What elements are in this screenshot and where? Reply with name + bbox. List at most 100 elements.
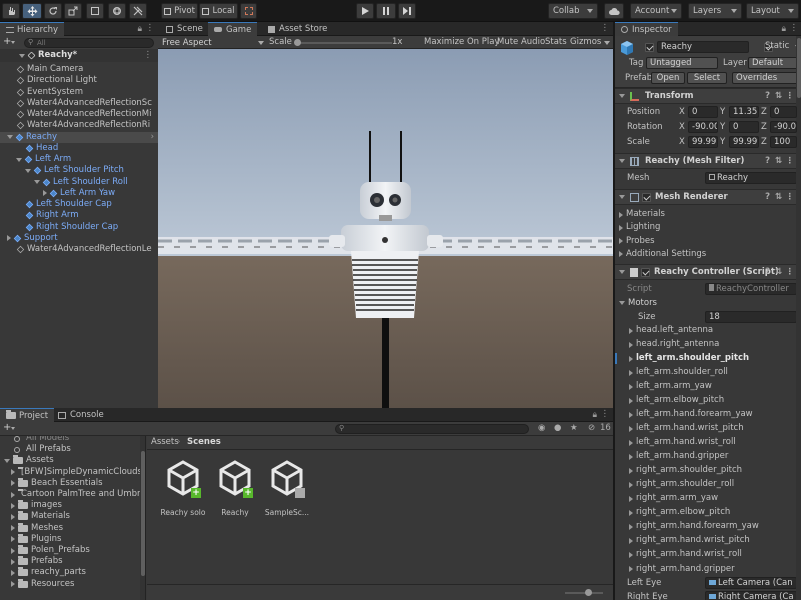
help-icon[interactable]: ?: [765, 156, 770, 166]
layers-dropdown[interactable]: Layers: [688, 3, 742, 19]
motor-item[interactable]: right_arm.hand.forearm_yaw: [615, 521, 795, 532]
expand-arrow-icon[interactable]: [4, 458, 10, 463]
chevron-down-icon[interactable]: [604, 41, 610, 45]
hierarchy-item[interactable]: Right Arm: [0, 210, 158, 221]
account-dropdown[interactable]: Account: [630, 3, 682, 19]
tree-scrollbar-thumb[interactable]: [141, 451, 145, 576]
motor-item[interactable]: head.right_antenna: [615, 339, 795, 350]
chevron-right-icon[interactable]: ›: [151, 132, 154, 143]
hierarchy-item[interactable]: Left Shoulder Roll: [0, 177, 158, 188]
expand-arrow-icon[interactable]: [629, 551, 633, 558]
snap-button[interactable]: [240, 3, 257, 19]
expand-arrow-icon[interactable]: [16, 157, 22, 162]
chevron-down-icon[interactable]: [11, 427, 15, 430]
tab-asset-store[interactable]: Asset Store: [262, 22, 333, 36]
motors-foldout[interactable]: Motors: [619, 297, 657, 308]
mesh-filter-header[interactable]: Reachy (Mesh Filter) ? ⇅ ⋮: [615, 153, 798, 169]
breadcrumb-assets[interactable]: Assets: [151, 437, 179, 447]
asset-item[interactable]: SampleSc...: [261, 460, 313, 520]
mesh-field[interactable]: Reachy: [705, 172, 797, 184]
expand-arrow-icon[interactable]: [619, 238, 623, 245]
collapse-arrow-icon[interactable]: [619, 300, 625, 305]
hidden-packages-icon[interactable]: ⊘: [588, 423, 595, 433]
expand-arrow-icon[interactable]: [11, 469, 15, 476]
folder-tree-item[interactable]: All Prefabs: [0, 444, 140, 455]
help-icon[interactable]: ?: [765, 192, 770, 202]
expand-arrow-icon[interactable]: [629, 566, 633, 572]
expand-arrow-icon[interactable]: [629, 509, 633, 516]
motor-item[interactable]: left_arm.hand.wrist_roll: [615, 437, 795, 448]
mesh-renderer-section[interactable]: Lighting: [619, 222, 789, 233]
expand-arrow-icon[interactable]: [629, 467, 633, 474]
move-tool-button[interactable]: [22, 3, 42, 19]
folder-tree-item[interactable]: [BFW]SimpleDynamicClouds: [0, 466, 140, 478]
position-y-field[interactable]: 11.352: [729, 106, 759, 118]
folder-tree-item[interactable]: images: [0, 500, 140, 511]
expand-arrow-icon[interactable]: [11, 581, 15, 588]
collapse-arrow-icon[interactable]: [619, 94, 625, 98]
expand-arrow-icon[interactable]: [19, 53, 25, 58]
hierarchy-item[interactable]: Water4AdvancedReflectionLe: [0, 244, 158, 255]
game-viewport[interactable]: [158, 49, 613, 408]
expand-arrow-icon[interactable]: [619, 211, 623, 218]
folder-tree-item[interactable]: Assets: [0, 455, 140, 466]
expand-arrow-icon[interactable]: [11, 558, 15, 565]
expand-arrow-icon[interactable]: [11, 569, 15, 576]
component-menu-icon[interactable]: ⋮: [786, 192, 795, 202]
chevron-down-icon[interactable]: [11, 41, 15, 44]
inspector-scrollbar-thumb[interactable]: [797, 38, 801, 98]
layout-dropdown[interactable]: Layout: [746, 3, 799, 19]
position-z-field[interactable]: 0: [770, 106, 797, 118]
folder-tree-item[interactable]: Plugins: [0, 533, 140, 545]
gizmos-toggle[interactable]: Gizmos: [570, 37, 601, 47]
breadcrumb-scenes[interactable]: Scenes: [187, 437, 221, 447]
hierarchy-item[interactable]: Left Arm Yaw: [0, 188, 158, 199]
hierarchy-search-input[interactable]: ⚲ All: [24, 38, 154, 48]
expand-arrow-icon[interactable]: [11, 536, 15, 543]
mesh-renderer-section[interactable]: Materials: [619, 209, 789, 220]
expand-arrow-icon[interactable]: [629, 439, 633, 446]
prefab-overrides-dropdown[interactable]: Overrides: [732, 72, 798, 84]
asset-item[interactable]: + Reachy: [209, 460, 261, 520]
hierarchy-item[interactable]: Left Arm: [0, 154, 158, 165]
motor-item[interactable]: right_arm.hand.wrist_pitch: [615, 535, 795, 546]
project-search-input[interactable]: ⚲: [335, 424, 529, 434]
scene-root-row[interactable]: Reachy* ⋮: [0, 49, 158, 62]
tab-project[interactable]: Project: [0, 408, 55, 422]
tab-inspector[interactable]: Inspector: [615, 22, 678, 36]
expand-arrow-icon[interactable]: [629, 537, 633, 544]
scale-z-field[interactable]: 100: [770, 136, 797, 148]
rect-tool-button[interactable]: [86, 3, 104, 19]
aspect-dropdown[interactable]: Free Aspect: [162, 36, 264, 49]
hierarchy-item[interactable]: Water4AdvancedReflectionMi: [0, 109, 158, 120]
hierarchy-item[interactable]: Main Camera: [0, 64, 158, 75]
tab-scene[interactable]: Scene: [160, 22, 209, 36]
tab-hierarchy[interactable]: Hierarchy: [0, 22, 65, 36]
tag-dropdown[interactable]: Untagged: [646, 57, 718, 69]
tab-console[interactable]: Console: [52, 408, 110, 422]
folder-tree-item[interactable]: reachy_parts: [0, 567, 140, 578]
hierarchy-item[interactable]: Support: [0, 233, 158, 244]
expand-arrow-icon[interactable]: [11, 547, 15, 554]
motor-item[interactable]: left_arm.hand.gripper: [615, 451, 795, 462]
motor-item[interactable]: right_arm.arm_yaw: [615, 493, 795, 504]
expand-arrow-icon[interactable]: [629, 341, 633, 348]
expand-arrow-icon[interactable]: [619, 224, 623, 231]
transform-tool-button[interactable]: [108, 3, 126, 19]
expand-arrow-icon[interactable]: [629, 425, 633, 432]
hierarchy-item[interactable]: Directional Light: [0, 75, 158, 86]
scene-menu-icon[interactable]: ⋮: [144, 50, 153, 61]
custom-tool-button[interactable]: [129, 3, 147, 19]
layer-dropdown[interactable]: Default: [748, 57, 798, 69]
mute-audio-toggle[interactable]: Mute Audio: [497, 37, 545, 47]
object-name-field[interactable]: Reachy: [657, 41, 749, 53]
lock-icon[interactable]: 🔒︎: [137, 24, 142, 34]
icon-size-slider-track[interactable]: [565, 592, 603, 594]
size-field[interactable]: 18: [705, 311, 797, 323]
transform-header[interactable]: Transform ? ⇅ ⋮: [615, 88, 798, 104]
label-tag-icon[interactable]: ●: [554, 423, 561, 433]
expand-arrow-icon[interactable]: [629, 523, 633, 530]
expand-arrow-icon[interactable]: [629, 369, 633, 376]
hierarchy-item[interactable]: Left Shoulder Pitch: [0, 165, 158, 176]
motor-item[interactable]: right_arm.shoulder_roll: [615, 479, 795, 490]
